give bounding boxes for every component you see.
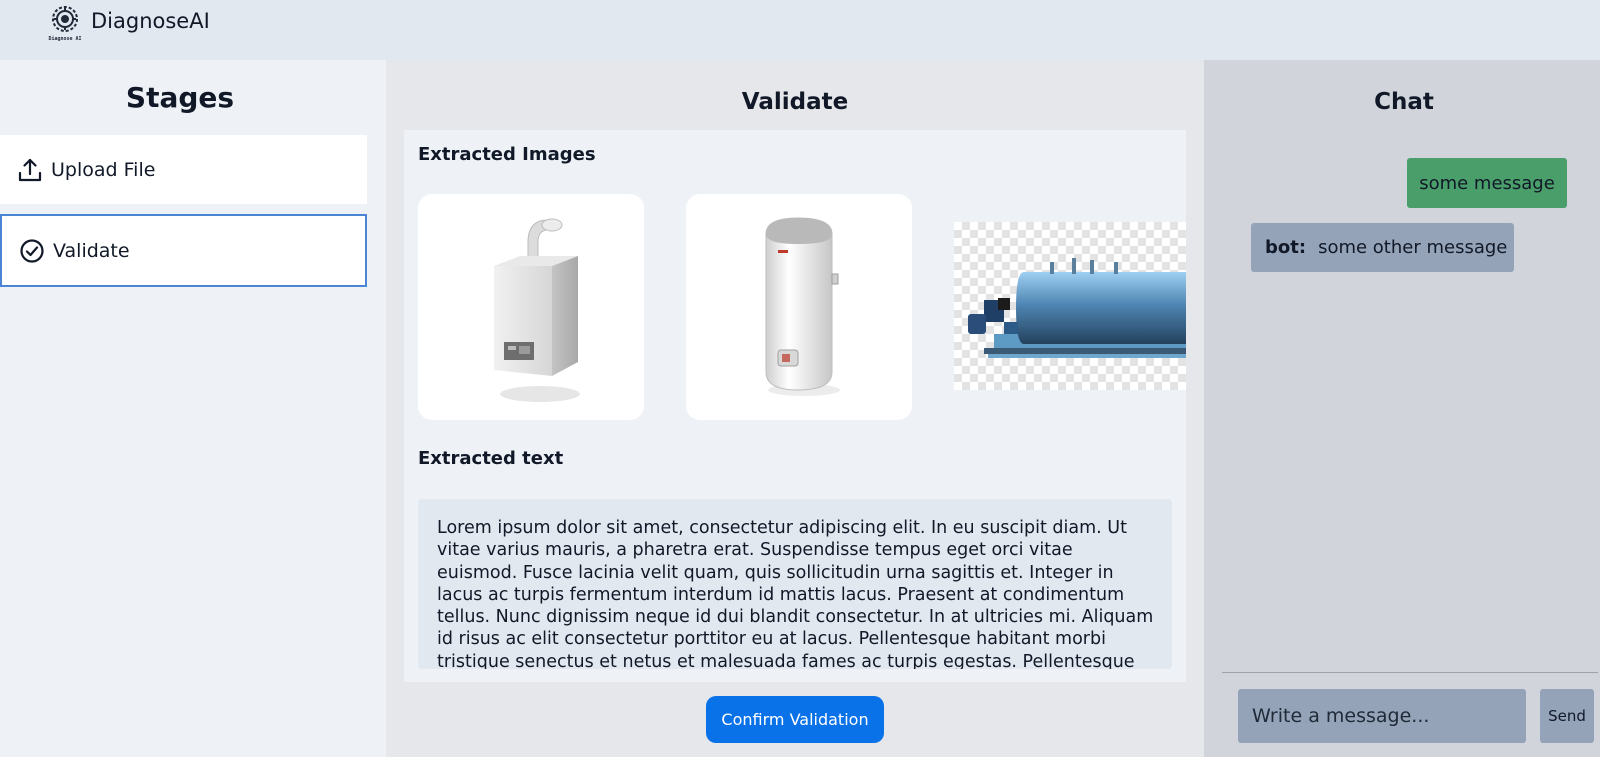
stage-upload-file[interactable]: Upload File — [0, 135, 367, 204]
logo-icon: Diagnose AI — [47, 4, 83, 42]
chat-divider — [1222, 672, 1598, 673]
chat-title: Chat — [1374, 89, 1434, 115]
message-text: some message — [1419, 172, 1555, 194]
validate-title: Validate — [741, 89, 849, 115]
extracted-image-industrial-boiler[interactable] — [954, 222, 1186, 390]
stage-validate[interactable]: Validate — [0, 214, 367, 287]
extracted-text-content: Lorem ipsum dolor sit amet, consectetur … — [437, 518, 1154, 669]
check-circle-icon — [19, 238, 45, 264]
stages-title: Stages — [125, 81, 235, 114]
message-text: some other message — [1318, 237, 1508, 258]
svg-text:Diagnose AI: Diagnose AI — [48, 36, 81, 42]
extracted-images-title: Extracted Images — [418, 144, 596, 165]
send-button[interactable]: Send — [1540, 689, 1594, 743]
app-header: Diagnose AI DiagnoseAI — [0, 0, 1600, 60]
chat-message-input[interactable] — [1238, 689, 1526, 743]
upload-icon — [17, 157, 43, 183]
validate-content[interactable]: Extracted Images Extracted text Lorem ip… — [404, 130, 1186, 682]
chat-panel: Chat some message bot: some other messag… — [1204, 60, 1600, 757]
message-sender: bot: — [1265, 237, 1307, 258]
extracted-text-title: Extracted text — [418, 448, 564, 469]
confirm-validation-button[interactable]: Confirm Validation — [706, 696, 884, 743]
extracted-image-water-heater[interactable] — [686, 194, 912, 420]
extracted-image-gas-boiler[interactable] — [418, 194, 644, 420]
stage-label: Upload File — [51, 158, 156, 181]
chat-message-bot: bot: some other message — [1251, 223, 1514, 272]
validate-panel: Validate Extracted Images Extracted text… — [386, 60, 1204, 757]
stages-sidebar: Stages Upload File Validate — [0, 60, 386, 757]
extracted-text-box[interactable]: Lorem ipsum dolor sit amet, consectetur … — [418, 499, 1172, 669]
stage-label: Validate — [53, 239, 130, 262]
chat-message-user: some message — [1407, 158, 1567, 208]
app-title: DiagnoseAI — [91, 9, 210, 33]
